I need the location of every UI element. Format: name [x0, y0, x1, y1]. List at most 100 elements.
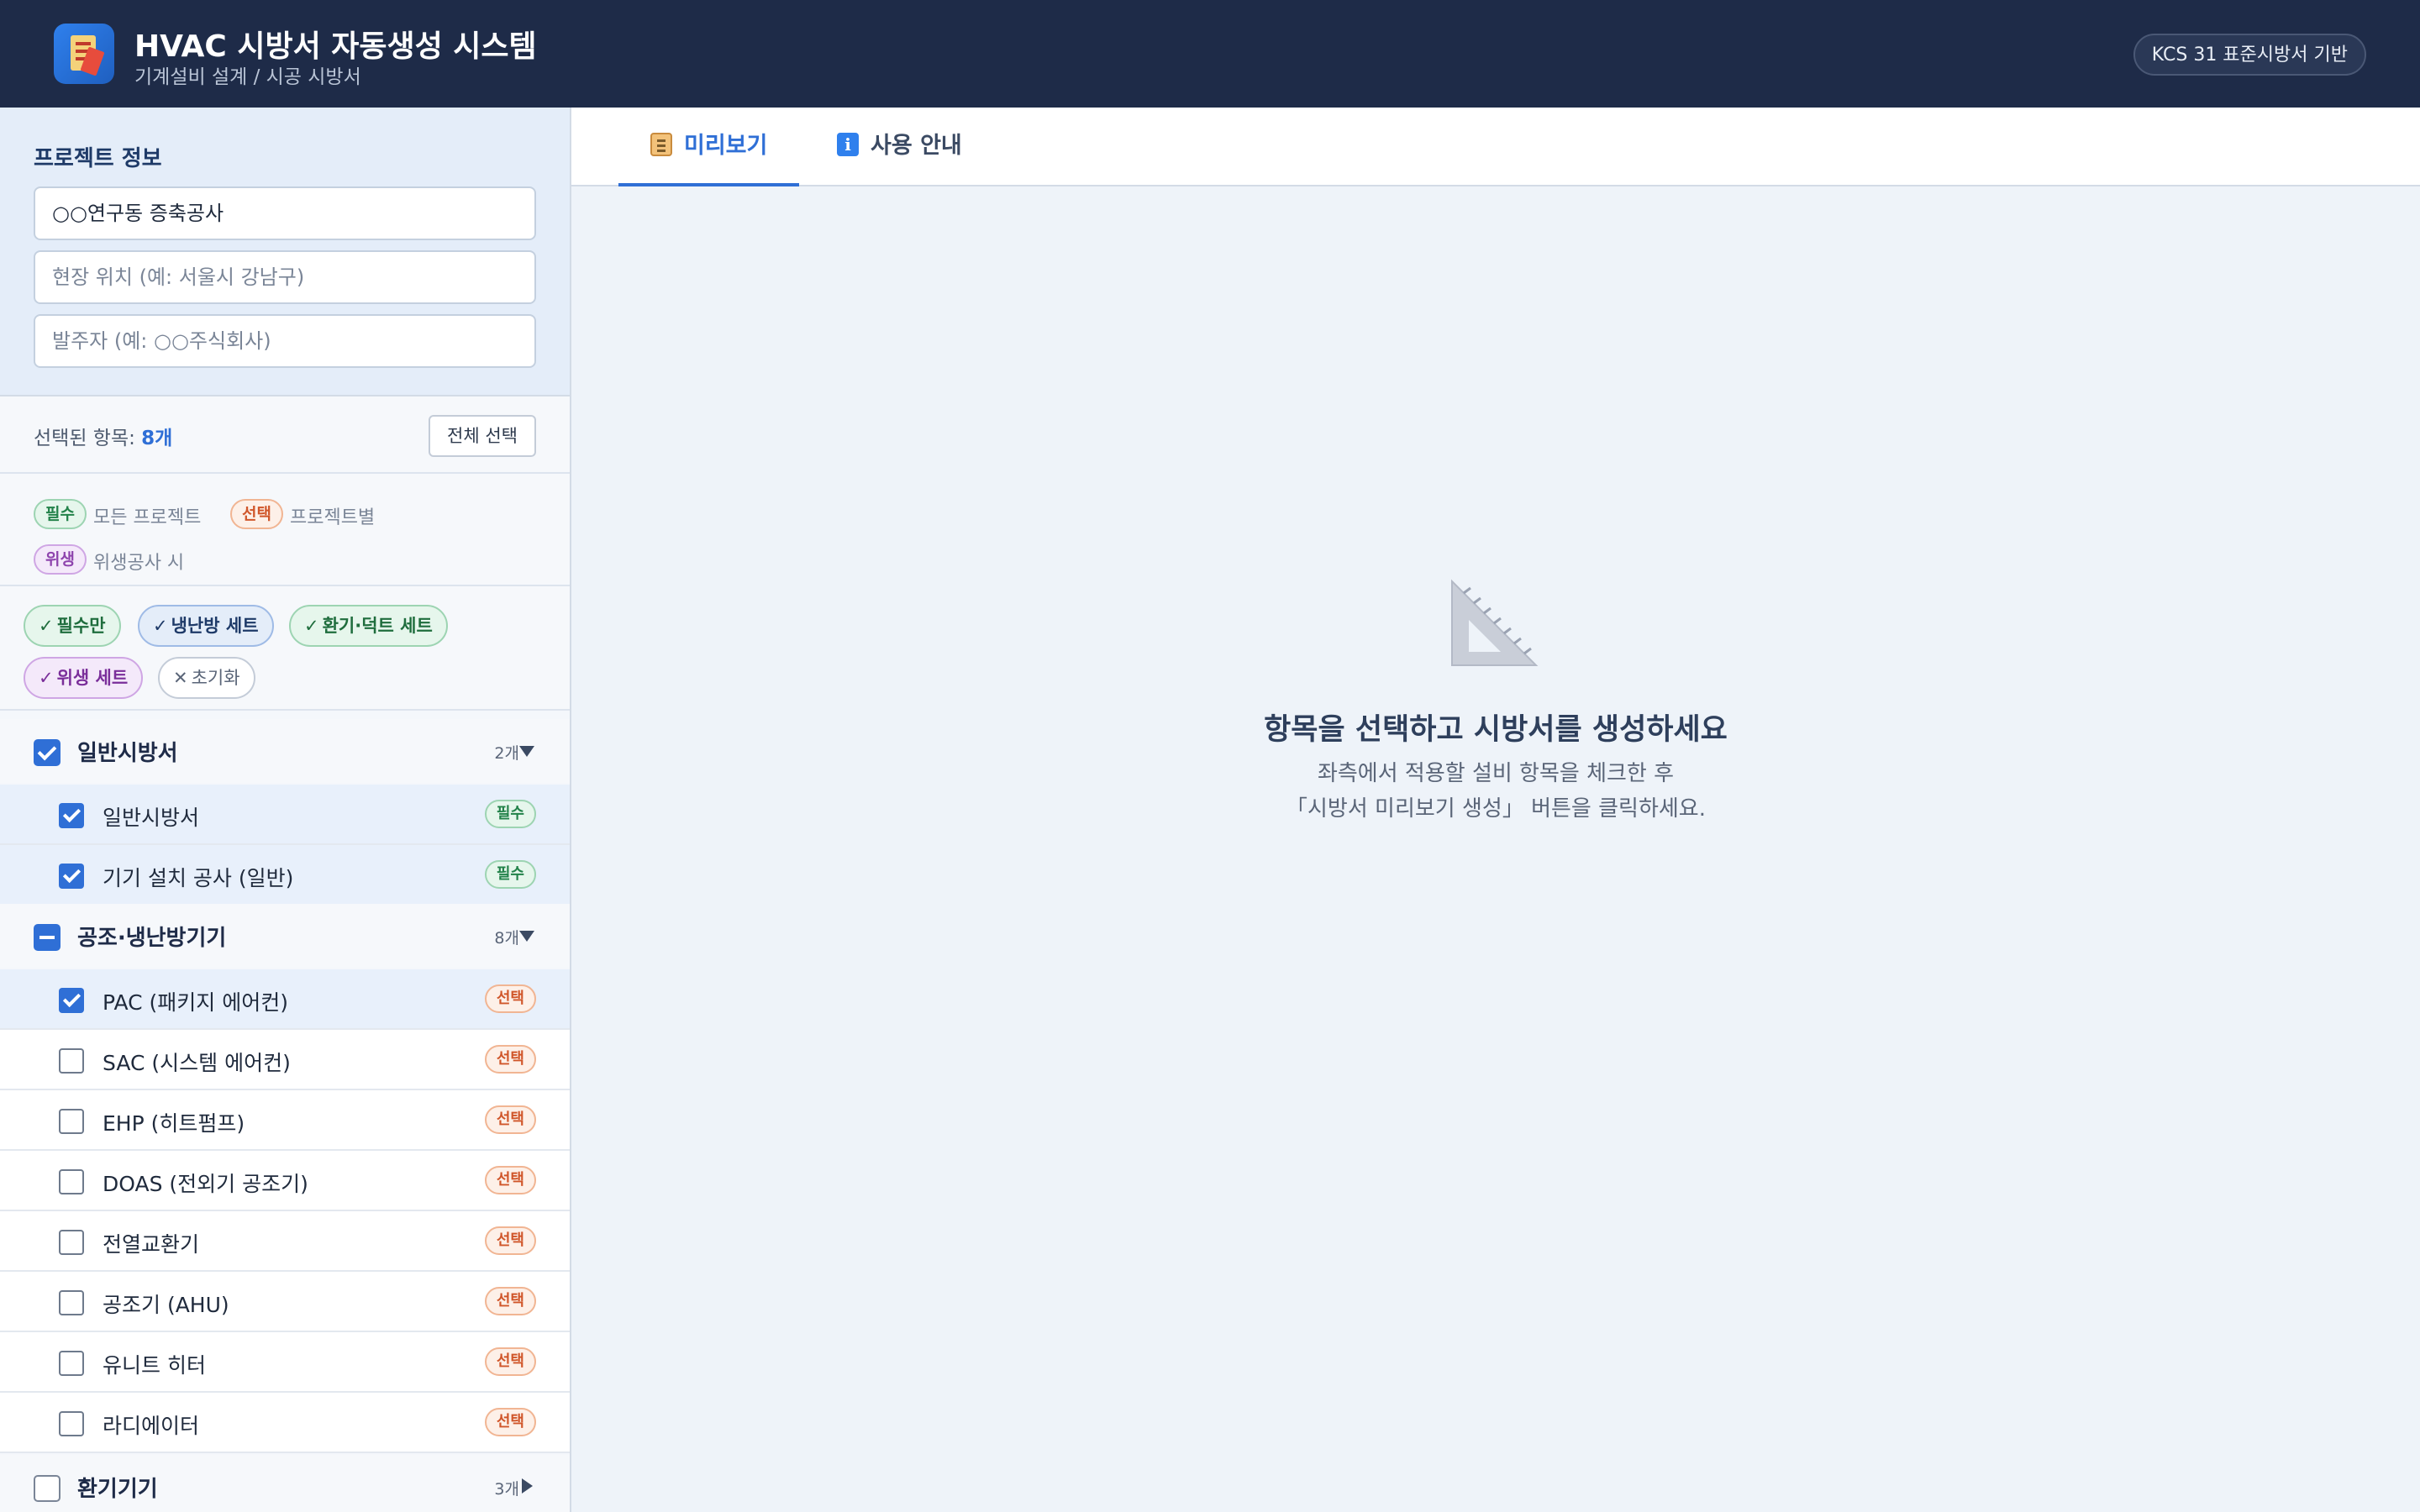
list-item[interactable]: DOAS (전외기 공조기) 선택: [0, 1151, 570, 1211]
item-checkbox[interactable]: [59, 1230, 84, 1255]
item-checkbox[interactable]: [59, 1048, 84, 1074]
preset-label: 환기·덕트 세트: [322, 616, 433, 636]
check-icon: ✓: [39, 616, 54, 636]
list-item[interactable]: 공조기 (AHU) 선택: [0, 1272, 570, 1332]
item-label: SAC (시스템 에어컨): [103, 1051, 291, 1075]
app-logo-icon: [54, 24, 114, 84]
required-tag: 필수: [484, 860, 536, 889]
chevron-down-icon[interactable]: [519, 931, 534, 942]
triangle-ruler-icon: [1451, 579, 1539, 666]
item-checkbox[interactable]: [59, 1351, 84, 1376]
group-air-conditioning[interactable]: 공조·냉난방기기 8개: [0, 904, 570, 968]
hygiene-tag: 위생: [34, 544, 87, 575]
group-checkbox[interactable]: [34, 924, 60, 951]
group-checkbox[interactable]: [34, 1475, 60, 1502]
item-label: 유니트 히터: [103, 1353, 206, 1378]
empty-state-line1: 좌측에서 적용할 설비 항목을 체크한 후: [1317, 761, 1675, 786]
list-item[interactable]: 유니트 히터 선택: [0, 1332, 570, 1393]
group-name: 공조·냉난방기기: [77, 926, 227, 951]
sidebar: 프로젝트 정보 ○○연구동 증축공사 현장 위치 (예: 서울시 강남구) 발주…: [0, 108, 571, 1512]
item-label: 기기 설치 공사 (일반): [103, 866, 294, 890]
item-checkbox[interactable]: [59, 1169, 84, 1194]
item-label: DOAS (전외기 공조기): [103, 1172, 308, 1196]
item-label: 공조기 (AHU): [103, 1293, 229, 1317]
legend-optional: 선택 프로젝트별: [230, 499, 375, 529]
preset-required-only-button[interactable]: ✓ 필수만: [24, 605, 121, 647]
group-count: 3개: [494, 1480, 519, 1499]
optional-tag: 선택: [484, 1287, 536, 1315]
list-item[interactable]: 전열교환기 선택: [0, 1211, 570, 1272]
group-general-spec[interactable]: 일반시방서 2개: [0, 719, 570, 783]
legend-hygiene: 위생 위생공사 시: [34, 544, 184, 575]
group-count: 8개: [494, 929, 519, 948]
optional-desc: 프로젝트별: [289, 507, 376, 528]
main-content: 미리보기 i 사용 안내 항목을 선택하고 시방서를 생성하세요 좌측에서 적용할…: [571, 108, 2420, 1512]
preset-label: 위생 세트: [56, 668, 129, 688]
close-icon: ✕: [173, 668, 188, 688]
optional-tag: 선택: [484, 984, 536, 1013]
preset-label: 냉난방 세트: [171, 616, 259, 636]
project-name-input[interactable]: ○○연구동 증축공사: [34, 186, 536, 240]
required-tag: 필수: [34, 499, 87, 529]
group-count: 2개: [494, 744, 519, 763]
optional-tag: 선택: [484, 1347, 536, 1376]
site-location-input[interactable]: 현장 위치 (예: 서울시 강남구): [34, 250, 536, 304]
select-all-button[interactable]: 전체 선택: [429, 415, 536, 457]
list-item[interactable]: 라디에이터 선택: [0, 1393, 570, 1453]
optional-tag: 선택: [484, 1045, 536, 1074]
item-checkbox[interactable]: [59, 1290, 84, 1315]
hygiene-desc: 위생공사 시: [92, 552, 185, 574]
app-subtitle: 기계설비 설계 / 시공 시방서: [134, 66, 361, 88]
standard-badge: KCS 31 표준시방서 기반: [2133, 34, 2366, 76]
app-header: HVAC 시방서 자동생성 시스템 기계설비 설계 / 시공 시방서 KCS 3…: [0, 0, 2420, 108]
empty-state-line2: 「시방서 미리보기 생성」 버튼을 클릭하세요.: [1286, 796, 1706, 822]
optional-tag: 선택: [484, 1226, 536, 1255]
group-name: 일반시방서: [77, 741, 178, 766]
preset-ventilation-duct-button[interactable]: ✓ 환기·덕트 세트: [289, 605, 448, 647]
reset-button[interactable]: ✕ 초기화: [158, 657, 255, 699]
preset-buttons: ✓ 필수만 ✓ 냉난방 세트 ✓ 환기·덕트 세트 ✓ 위생 세트 ✕ 초기화: [0, 586, 570, 711]
preset-hygiene-button[interactable]: ✓ 위생 세트: [24, 657, 144, 699]
list-item[interactable]: SAC (시스템 에어컨) 선택: [0, 1030, 570, 1090]
chevron-right-icon[interactable]: [522, 1478, 533, 1494]
tab-usage-guide[interactable]: i 사용 안내: [805, 108, 994, 186]
project-info-section: 프로젝트 정보 ○○연구동 증축공사 현장 위치 (예: 서울시 강남구) 발주…: [0, 108, 570, 396]
group-checkbox[interactable]: [34, 739, 60, 766]
preset-label: 필수만: [56, 616, 106, 636]
selected-count-label: 선택된 항목:: [34, 428, 142, 449]
list-item[interactable]: 기기 설치 공사 (일반) 필수: [0, 845, 570, 906]
item-label: EHP (히트펌프): [103, 1111, 245, 1136]
tab-preview[interactable]: 미리보기: [618, 108, 800, 186]
optional-tag: 선택: [484, 1166, 536, 1194]
app-title: HVAC 시방서 자동생성 시스템: [134, 29, 537, 64]
project-info-title: 프로젝트 정보: [34, 146, 162, 171]
check-icon: ✓: [304, 616, 319, 636]
tab-label: 사용 안내: [871, 133, 962, 159]
legend-required: 필수 모든 프로젝트: [34, 499, 201, 529]
optional-tag: 선택: [484, 1105, 536, 1134]
list-item[interactable]: EHP (히트펌프) 선택: [0, 1090, 570, 1151]
tab-bar: 미리보기 i 사용 안내: [571, 108, 2420, 186]
item-checkbox[interactable]: [59, 988, 84, 1013]
selected-count-value: 8개: [141, 428, 173, 449]
empty-state-title: 항목을 선택하고 시방서를 생성하세요: [1264, 713, 1728, 747]
chevron-down-icon[interactable]: [519, 746, 534, 757]
group-ventilation[interactable]: 환기기기 3개: [0, 1455, 570, 1512]
list-item[interactable]: 일반시방서 필수: [0, 785, 570, 845]
item-checkbox[interactable]: [59, 864, 84, 889]
item-checkbox[interactable]: [59, 803, 84, 828]
check-icon: ✓: [39, 668, 54, 688]
check-icon: ✓: [153, 616, 168, 636]
list-item[interactable]: PAC (패키지 에어컨) 선택: [0, 969, 570, 1030]
optional-tag: 선택: [230, 499, 283, 529]
client-input[interactable]: 발주자 (예: ○○주식회사): [34, 314, 536, 368]
preset-cooling-heating-button[interactable]: ✓ 냉난방 세트: [138, 605, 274, 647]
reset-label: 초기화: [191, 668, 240, 688]
selection-summary: 선택된 항목: 8개 전체 선택: [0, 396, 570, 474]
item-checkbox[interactable]: [59, 1411, 84, 1436]
item-label: 일반시방서: [103, 806, 200, 830]
selected-count-text: 선택된 항목: 8개: [34, 422, 172, 450]
tab-label: 미리보기: [684, 133, 768, 159]
clipboard-icon: [650, 132, 672, 156]
item-checkbox[interactable]: [59, 1109, 84, 1134]
